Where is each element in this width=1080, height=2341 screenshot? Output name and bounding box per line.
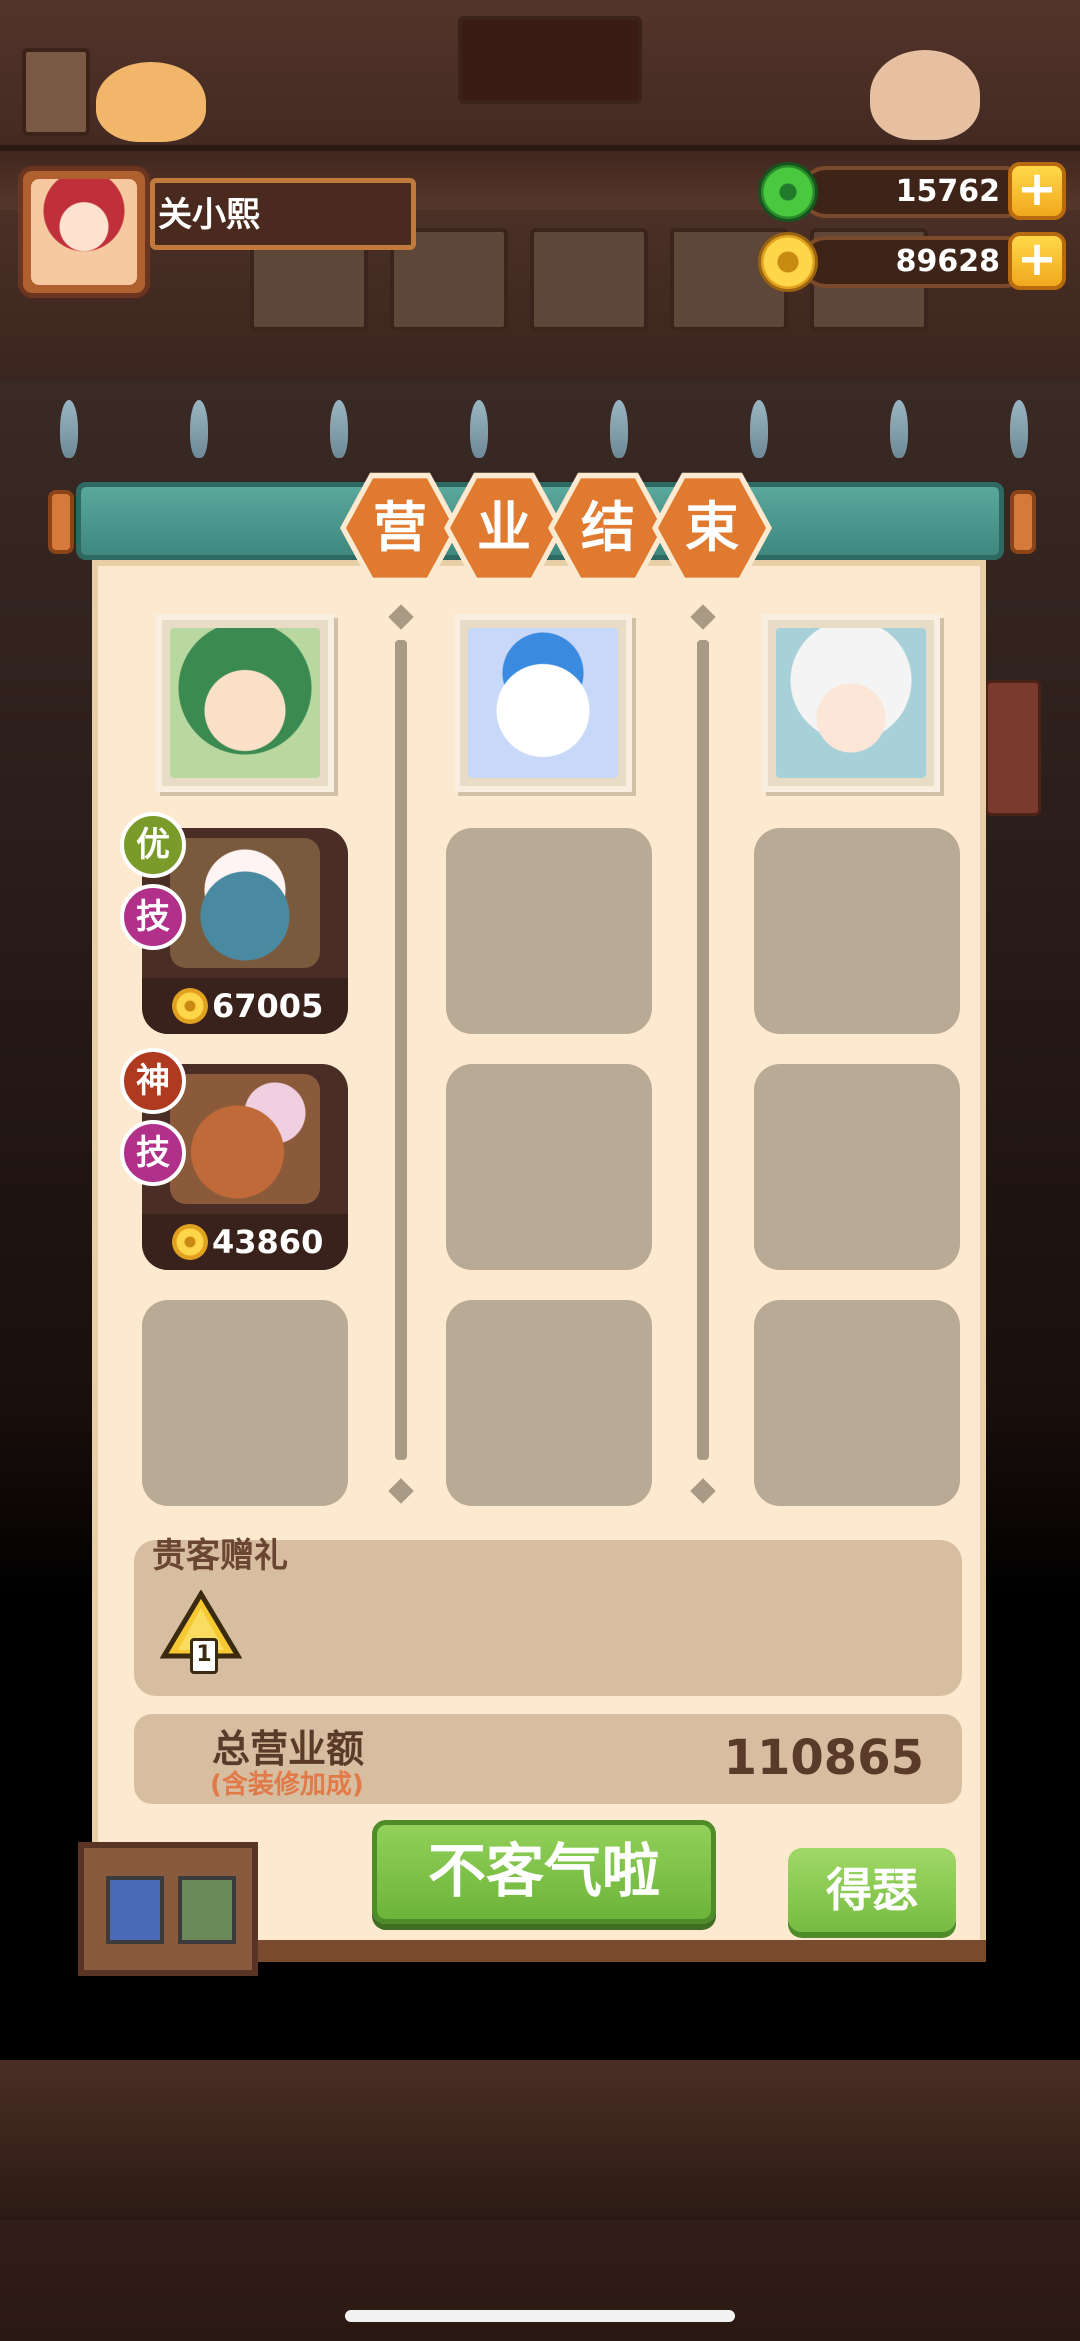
- column-divider: [697, 640, 709, 1460]
- empty-dish-slot: [754, 1300, 960, 1506]
- add-jade-button[interactable]: +: [1008, 162, 1066, 220]
- quality-badge: 神: [120, 1048, 186, 1114]
- blue-card-icon: [106, 1876, 164, 1944]
- skill-badge: 技: [120, 884, 186, 950]
- gift-item[interactable]: 1: [159, 1589, 243, 1674]
- column-divider: [395, 640, 407, 1460]
- empty-dish-slot: [446, 1064, 652, 1270]
- total-revenue-value: 110865: [723, 1730, 924, 1786]
- chef-portrait-image: [468, 628, 618, 778]
- dish-earnings-bar: 43860: [142, 1214, 348, 1270]
- quality-badge: 优: [120, 812, 186, 878]
- show-off-button[interactable]: 得瑟: [788, 1848, 956, 1932]
- add-coins-button[interactable]: +: [1008, 232, 1066, 290]
- player-name: 关小熙: [158, 195, 260, 235]
- shelf-slot: [530, 228, 648, 331]
- cat-decoration: [96, 62, 206, 142]
- chef-portrait[interactable]: [454, 614, 632, 792]
- chef-figure-decoration: [870, 50, 980, 140]
- dish-earnings-bar: 67005: [142, 978, 348, 1034]
- skill-badge: 技: [120, 1120, 186, 1186]
- menu-sign[interactable]: [985, 680, 1041, 816]
- hanging-fish: [610, 400, 628, 458]
- avatar-image: [31, 179, 137, 285]
- hanging-fish: [190, 400, 208, 458]
- green-card-icon: [178, 1876, 236, 1944]
- chef-portrait[interactable]: [762, 614, 940, 792]
- dish-earnings: 43860: [212, 1223, 324, 1261]
- hanging-fish: [470, 400, 488, 458]
- chef-portrait-image: [776, 628, 926, 778]
- decoration-bonus-note: (含装修加成): [210, 1770, 364, 1800]
- coin-icon: [172, 1224, 208, 1260]
- empty-dish-slot: [754, 1064, 960, 1270]
- empty-dish-slot: [446, 828, 652, 1034]
- empty-dish-slot: [446, 1300, 652, 1506]
- hanging-fish: [60, 400, 78, 458]
- jade-icon: [758, 162, 818, 222]
- dish-earnings: 67005: [212, 987, 324, 1025]
- hanging-fish: [330, 400, 348, 458]
- coin-amount: 89628: [895, 244, 1000, 279]
- guest-gift-label: 贵客赠礼: [152, 1536, 288, 1576]
- empty-dish-slot: [142, 1300, 348, 1506]
- chef-portrait[interactable]: [156, 614, 334, 792]
- banner-cap-right: [1010, 490, 1036, 554]
- wall-banner-center: [458, 16, 642, 104]
- coin-icon: [172, 988, 208, 1024]
- wall-picture-left: [22, 48, 90, 136]
- dish-image: [170, 1074, 320, 1204]
- empty-dish-slot: [754, 828, 960, 1034]
- home-indicator[interactable]: [345, 2310, 735, 2322]
- gift-item-count: 1: [190, 1638, 218, 1674]
- banner-cap-left: [48, 490, 74, 554]
- dish-image: [170, 838, 320, 968]
- cabinet-decoration: [78, 1842, 258, 1976]
- jade-amount: 15762: [895, 174, 1000, 209]
- hanging-fish: [890, 400, 908, 458]
- avatar[interactable]: [18, 166, 150, 298]
- hanging-fish: [750, 400, 768, 458]
- coin-icon: [758, 232, 818, 292]
- confirm-button[interactable]: 不客气啦: [372, 1820, 716, 1924]
- hanging-fish: [1010, 400, 1028, 458]
- chef-portrait-image: [170, 628, 320, 778]
- counter: [0, 2060, 1080, 2220]
